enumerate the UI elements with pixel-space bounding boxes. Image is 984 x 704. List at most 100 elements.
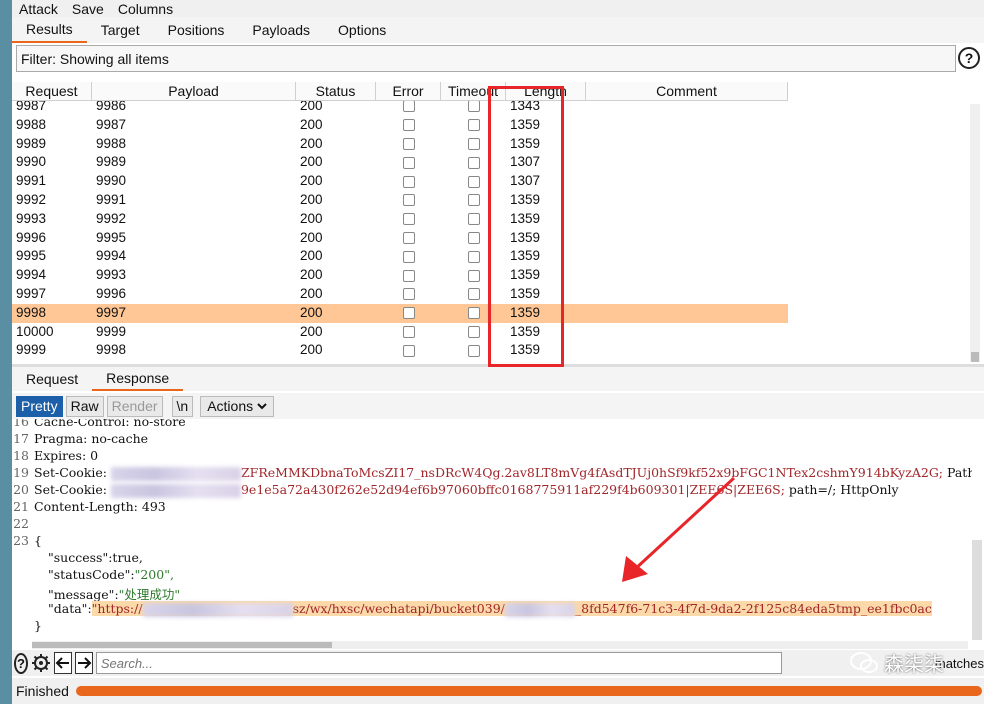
cell-length: 1359	[510, 285, 541, 301]
response-scrollbar[interactable]	[972, 540, 982, 640]
cell-payload: 9988	[96, 135, 127, 151]
redaction-blur	[142, 602, 293, 617]
code-line: 23 {	[12, 533, 42, 550]
cell-request: 9989	[16, 135, 47, 151]
timeout-checkbox	[467, 175, 480, 188]
code-line: "data":"https://sz/wx/hxsc/wechatapi/buc…	[12, 601, 932, 618]
table-row[interactable]: 10000 9999 200 1359	[12, 323, 788, 342]
table-row[interactable]: 9992 9991 200 1359	[12, 191, 788, 210]
cell-error	[376, 135, 441, 154]
menu-attack[interactable]: Attack	[19, 1, 58, 17]
tab-target[interactable]: Target	[87, 17, 154, 43]
table-row[interactable]: 9995 9994 200 1359	[12, 247, 788, 266]
table-row[interactable]: 9989 9988 200 1359	[12, 135, 788, 154]
col-header-length[interactable]: Length	[506, 82, 586, 100]
cell-request: 9988	[16, 116, 47, 132]
menu-save[interactable]: Save	[72, 1, 104, 17]
table-row[interactable]: 9993 9992 200 1359	[12, 210, 788, 229]
error-checkbox	[402, 213, 415, 226]
col-header-comment[interactable]: Comment	[586, 82, 788, 100]
response-viewer[interactable]: 16 Cache-Control: no-store 17 Pragma: no-ca…	[12, 419, 972, 643]
table-row[interactable]: 9997 9996 200 1359	[12, 285, 788, 304]
cell-error	[376, 210, 441, 229]
previous-match-button[interactable]	[53, 652, 72, 674]
render-button[interactable]: Render	[106, 395, 163, 417]
cell-timeout	[441, 229, 506, 248]
url-part: "https://	[91, 601, 143, 616]
timeout-checkbox	[467, 307, 480, 320]
cell-comment	[586, 323, 788, 342]
actions-dropdown[interactable]: Actions	[200, 395, 275, 417]
json-key: "message"	[48, 587, 115, 602]
progress-bar	[76, 686, 982, 696]
code-line: "statusCode":"200",	[12, 567, 174, 584]
cell-status: 200	[300, 191, 323, 207]
table-row[interactable]: 9990 9989 200 1307	[12, 153, 788, 172]
cell-length: 1359	[510, 323, 541, 339]
burp-intruder-window: Attack Save Columns Results Target Posit…	[12, 0, 984, 704]
table-row[interactable]: 9994 9993 200 1359	[12, 266, 788, 285]
code-line: "success":true,	[12, 550, 143, 567]
wechat-icon	[850, 651, 878, 673]
pretty-button[interactable]: Pretty	[16, 395, 63, 417]
cell-timeout	[441, 341, 506, 360]
cell-status: 200	[300, 210, 323, 226]
cell-payload: 9992	[96, 210, 127, 226]
redaction-blur	[110, 466, 241, 481]
table-row[interactable]: 9991 9990 200 1307	[12, 172, 788, 191]
highlighted-url: "https:// sz/wx/hxsc/wechatapi/bucket039/…	[91, 601, 932, 617]
raw-button[interactable]: Raw	[65, 395, 104, 417]
response-hscroll-thumb[interactable]	[32, 642, 332, 648]
next-match-button[interactable]	[74, 652, 93, 674]
filter-text: Filter: Showing all items	[21, 50, 169, 67]
cell-comment	[586, 341, 788, 360]
table-scrollbar[interactable]	[970, 104, 980, 362]
code-line: 22	[12, 516, 34, 533]
table-row[interactable]: 9988 9987 200 1359	[12, 116, 788, 135]
menu-columns[interactable]: Columns	[118, 1, 173, 17]
col-header-error[interactable]: Error	[376, 82, 441, 100]
table-scroll-thumb[interactable]	[971, 352, 979, 362]
line-number: 23	[13, 533, 29, 548]
col-header-status[interactable]: Status	[296, 82, 376, 100]
line-text: Expires: 0	[32, 448, 98, 465]
filter-bar[interactable]: Filter: Showing all items	[16, 45, 956, 72]
gear-icon[interactable]	[31, 652, 51, 674]
col-header-request[interactable]: Request	[12, 82, 92, 100]
cell-status: 200	[300, 267, 323, 283]
cell-comment	[586, 135, 788, 154]
cell-comment	[586, 285, 788, 304]
line-text	[32, 516, 34, 533]
json-key: "success"	[48, 550, 109, 565]
line-text: {	[32, 533, 42, 550]
table-row[interactable]: 9996 9995 200 1359	[12, 229, 788, 248]
cell-payload: 9991	[96, 191, 127, 207]
search-input[interactable]	[95, 652, 782, 674]
tab-request[interactable]: Request	[12, 367, 92, 391]
line-number	[12, 584, 32, 601]
cell-error	[376, 266, 441, 285]
col-header-timeout[interactable]: Timeout	[441, 82, 506, 100]
tab-positions[interactable]: Positions	[154, 17, 239, 43]
line-content: }	[34, 618, 42, 633]
tab-options[interactable]: Options	[324, 17, 400, 43]
cookie-value: ZFReMMKDbnaToMcsZI17_nsDRcW4Qg.2av8LT8mV…	[240, 465, 944, 480]
newline-toggle-button[interactable]: \n	[171, 395, 194, 417]
cell-payload: 9996	[96, 285, 127, 301]
error-checkbox	[402, 231, 415, 244]
tab-payloads[interactable]: Payloads	[238, 17, 324, 43]
tab-results[interactable]: Results	[12, 17, 87, 43]
line-number	[12, 567, 32, 584]
help-icon[interactable]: ?	[958, 47, 980, 69]
arrow-left-icon	[55, 657, 69, 669]
help-icon[interactable]: ?	[14, 652, 28, 674]
message-tabs: Request Response	[12, 367, 984, 391]
table-row[interactable]: 9999 9998 200 1359	[12, 341, 788, 360]
response-hscrollbar[interactable]	[32, 641, 968, 649]
table-row[interactable]: 9998 9997 200 1359	[12, 303, 788, 323]
cell-error	[376, 247, 441, 266]
code-line: 16 Cache-Control: no-store	[12, 419, 186, 431]
tab-response[interactable]: Response	[92, 367, 184, 391]
col-header-payload[interactable]: Payload	[92, 82, 296, 100]
error-checkbox	[402, 175, 415, 188]
